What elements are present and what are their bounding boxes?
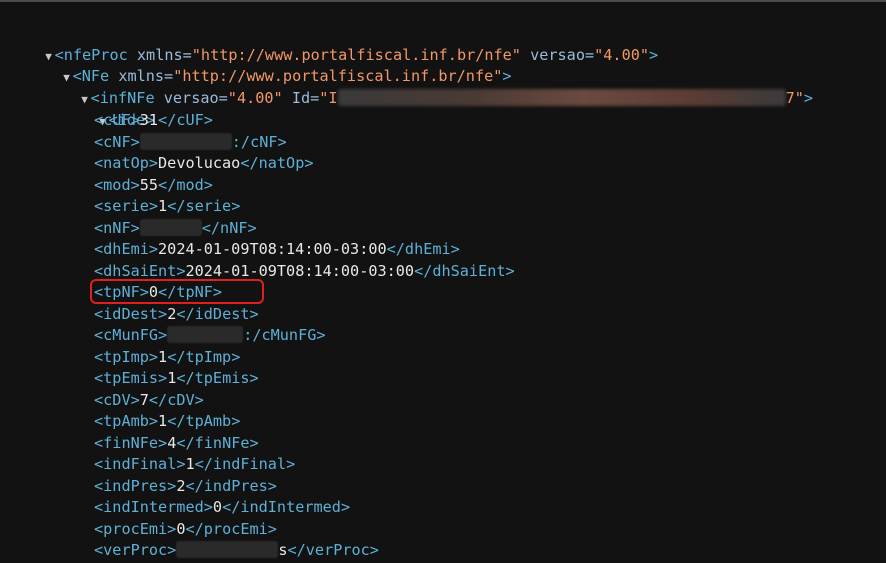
- xml-attr-name: Id: [291, 89, 311, 107]
- xml-tag-name: idDest: [103, 305, 159, 323]
- xml-tag-name: indIntermed: [103, 498, 204, 516]
- xml-field-value: 31: [139, 111, 159, 129]
- xml-closing-tag-name: indPres: [203, 477, 268, 495]
- xml-field-value: 4: [167, 434, 177, 452]
- partial-text: :: [243, 326, 253, 344]
- partial-text: :: [231, 133, 241, 151]
- xml-field-serie[interactable]: <serie>1</serie>: [94, 196, 240, 217]
- xml-field-value: 2024-01-09T08:14:00-03:00: [185, 262, 415, 280]
- xml-closing-tag-name: cMunFG: [261, 326, 317, 344]
- xml-tag-name: indPres: [103, 477, 168, 495]
- xml-node-NFe[interactable]: ▼ <NFe xmlns="http://www.portalfiscal.inf…: [24, 45, 511, 85]
- xml-closing-tag-name: dhSaiEnt: [432, 262, 506, 280]
- xml-field-cNF[interactable]: <cNF>:/cNF>: [94, 132, 287, 153]
- xml-field-mod[interactable]: <mod>55</mod>: [94, 175, 213, 196]
- xml-closing-tag-name: procEmi: [203, 520, 268, 538]
- xml-tag-name: cUF: [103, 111, 131, 129]
- xml-attr-value-start: "I: [319, 89, 338, 107]
- xml-tree-viewer[interactable]: ▼ <nfeProc xmlns="http://www.portalfiscal…: [0, 0, 886, 563]
- xml-closing-tag-name: tpImp: [185, 348, 232, 366]
- xml-field-value: 1: [185, 455, 195, 473]
- xml-closing-tag-name: dhEmi: [404, 240, 451, 258]
- xml-tag-name: nNF: [103, 219, 131, 237]
- xml-tag-name: indFinal: [103, 455, 177, 473]
- xml-field-tpAmb[interactable]: <tpAmb>1</tpAmb>: [94, 411, 240, 432]
- xml-field-cMunFG[interactable]: <cMunFG>:/cMunFG>: [94, 325, 326, 346]
- xml-field-natOp[interactable]: <natOp>Devolucao</natOp>: [94, 153, 314, 174]
- xml-field-nNF[interactable]: <nNF> </nNF>: [94, 218, 257, 239]
- xml-tag-name: cNF: [103, 133, 131, 151]
- xml-closing-tag-name: tpAmb: [185, 412, 232, 430]
- xml-field-procEmi[interactable]: <procEmi>0</procEmi>: [94, 519, 277, 540]
- xml-tag-name: dhEmi: [103, 240, 149, 258]
- xml-closing-tag-name: indIntermed: [240, 498, 341, 516]
- xml-attr-name: versao: [163, 89, 219, 107]
- xml-field-value: 1: [158, 197, 168, 215]
- redacted-value: [139, 133, 232, 150]
- xml-field-tpImp[interactable]: <tpImp>1</tpImp>: [94, 347, 240, 368]
- xml-field-value: 2024-01-09T08:14:00-03:00: [158, 240, 387, 258]
- xml-field-finNFe[interactable]: <finNFe>4</finNFe>: [94, 433, 259, 454]
- xml-closing-tag-name: nNF: [220, 219, 248, 237]
- xml-node-ide[interactable]: ▼ <ide>: [60, 89, 154, 129]
- xml-tag-name: verProc: [103, 541, 168, 559]
- xml-field-value: 7: [139, 391, 149, 409]
- xml-closing-tag-name: cDV: [167, 391, 195, 409]
- xml-tag-name: serie: [103, 197, 149, 215]
- xml-attr-value: "4.00": [227, 89, 283, 107]
- redacted-value: [139, 219, 202, 236]
- xml-closing-tag-name: verProc: [305, 541, 370, 559]
- xml-field-dhEmi[interactable]: <dhEmi>2024-01-09T08:14:00-03:00</dhEmi>: [94, 239, 460, 260]
- xml-field-value: 55: [139, 176, 159, 194]
- xml-field-cUF[interactable]: <cUF>31</cUF>: [94, 110, 213, 131]
- xml-field-value: 1: [167, 369, 177, 387]
- xml-tag-name: cMunFG: [103, 326, 159, 344]
- xml-tag-name: tpEmis: [103, 369, 159, 387]
- xml-field-verProc[interactable]: <verProc> s</verProc>: [94, 540, 379, 561]
- xml-closing-tag-name: tpEmis: [194, 369, 250, 387]
- xml-node-infNFe[interactable]: ▼ <infNFe versao="4.00" Id="I 7">: [42, 67, 813, 107]
- xml-tag-name: tpAmb: [103, 412, 149, 430]
- xml-tag-name: natOp: [103, 154, 149, 172]
- xml-field-value: 1: [158, 348, 168, 366]
- xml-closing-tag-name: indFinal: [212, 455, 287, 473]
- xml-tag-name: cDV: [103, 391, 131, 409]
- xml-closing-tag-name: finNFe: [194, 434, 250, 452]
- xml-closing-tag-name: natOp: [258, 154, 305, 172]
- tpNF-highlight-box: [90, 279, 264, 304]
- xml-tag-name: tpImp: [103, 348, 149, 366]
- xml-tag-name: dhSaiEnt: [103, 262, 177, 280]
- xml-field-tpEmis[interactable]: <tpEmis>1</tpEmis>: [94, 368, 259, 389]
- xml-closing-tag-name: idDest: [194, 305, 250, 323]
- xml-field-indIntermed[interactable]: <indIntermed>0</indIntermed>: [94, 497, 350, 518]
- xml-field-idDest[interactable]: <idDest>2</idDest>: [94, 304, 259, 325]
- xml-tag-name: procEmi: [103, 520, 168, 538]
- xml-closing-tag-name: cUF: [176, 111, 204, 129]
- xml-field-value: 2: [167, 305, 177, 323]
- xml-field-value: 1: [158, 412, 168, 430]
- xml-field-value: 0: [212, 498, 223, 516]
- xml-node-nfeProc[interactable]: ▼ <nfeProc xmlns="http://www.portalfiscal…: [6, 24, 658, 64]
- xml-field-indFinal[interactable]: <indFinal>1</indFinal>: [94, 454, 295, 475]
- xml-field-cDV[interactable]: <cDV>7</cDV>: [94, 390, 204, 411]
- xml-attr-name: versao: [530, 46, 585, 64]
- xml-attr-value-end: 7": [785, 89, 804, 107]
- redacted-value: [176, 541, 279, 558]
- xml-closing-tag-name: mod: [176, 176, 204, 194]
- redacted-id-value: [337, 89, 786, 106]
- xml-tag-name: mod: [103, 176, 131, 194]
- xml-field-indPres[interactable]: <indPres>2</indPres>: [94, 476, 277, 497]
- xml-tag-name: finNFe: [103, 434, 159, 452]
- xml-field-value: Devolucao: [158, 154, 241, 172]
- xml-attr-value: "4.00": [594, 46, 650, 64]
- redacted-value: [167, 326, 244, 343]
- xml-closing-tag-name: serie: [185, 197, 232, 215]
- xml-closing-tag-name: cNF: [250, 133, 278, 151]
